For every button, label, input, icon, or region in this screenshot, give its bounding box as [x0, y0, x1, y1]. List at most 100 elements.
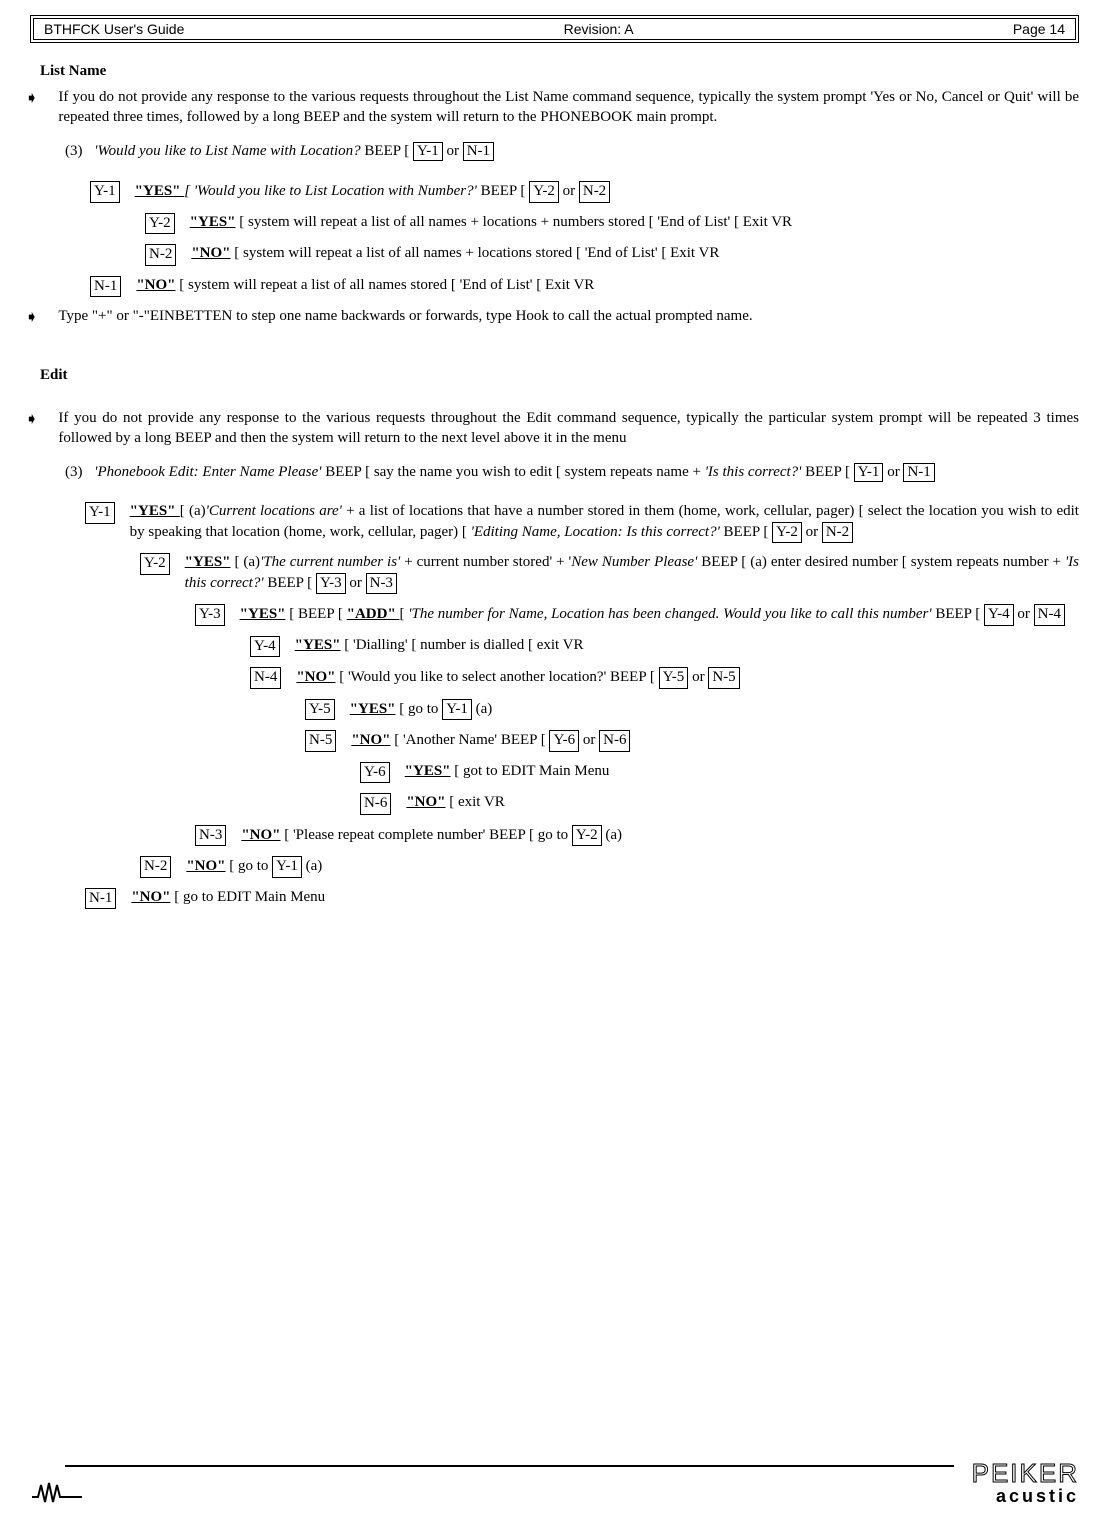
prompt: 'The number for Name, Location has been … — [408, 606, 931, 622]
text: BEEP [ — [801, 464, 853, 480]
text: [ 'Please repeat complete number' BEEP [… — [280, 827, 571, 843]
box-y1: Y-1 — [442, 699, 472, 721]
text: [ 'Would you like to select another loca… — [335, 669, 658, 685]
add-label: "ADD" — [347, 606, 400, 622]
box-y3: Y-3 — [316, 573, 346, 595]
wave-icon — [30, 1477, 85, 1507]
entry-y5: Y-5 "YES" [ go to Y-1 (a) — [305, 699, 1079, 721]
no-label: "NO" — [406, 794, 445, 810]
note-text: If you do not provide any response to th… — [58, 88, 1079, 127]
or-text: or — [1014, 606, 1034, 622]
box-y1: Y-1 — [413, 142, 443, 161]
box-n2: N-2 — [579, 181, 610, 203]
entry-n1: N-1 "NO" [ go to EDIT Main Menu — [85, 888, 1079, 910]
entry-n3: N-3 "NO" [ 'Please repeat complete numbe… — [195, 825, 1079, 847]
box-n6: N-6 — [599, 730, 630, 752]
box-y3: Y-3 — [195, 604, 225, 626]
box-y5: Y-5 — [659, 667, 689, 689]
no-label: "NO" — [191, 245, 230, 261]
section-title-edit: Edit — [40, 367, 1079, 384]
edit-step-3: (3) 'Phonebook Edit: Enter Name Please' … — [65, 463, 1079, 482]
box-n4: N-4 — [250, 667, 281, 689]
text: + current number stored' + ' — [400, 554, 571, 570]
box-y1: Y-1 — [85, 502, 115, 524]
footer: PEIKER acustic — [30, 1458, 1079, 1507]
or-text: or — [346, 575, 366, 591]
section-title-list-name: List Name — [40, 63, 1079, 80]
box-y1: Y-1 — [854, 463, 884, 482]
yes-label: "YES" — [405, 763, 451, 779]
prompt: New Number Please' — [571, 554, 697, 570]
no-label: "NO" — [351, 732, 390, 748]
y1-prompt: [ 'Would you like to List Location with … — [184, 183, 477, 199]
box-n6: N-6 — [360, 793, 391, 815]
entry-y1: Y-1 "YES" [ 'Would you like to List Loca… — [90, 181, 1079, 203]
entry-n5: N-5 "NO" [ 'Another Name' BEEP [ Y-6 or … — [305, 730, 1079, 752]
brand-name: PEIKER — [972, 1458, 1079, 1489]
text: [ go to EDIT Main Menu — [170, 889, 325, 905]
header-right: Page 14 — [1013, 21, 1065, 37]
box-n1: N-1 — [90, 276, 121, 298]
no-label: "NO" — [296, 669, 335, 685]
step-number: (3) — [65, 464, 83, 480]
entry-y4: Y-4 "YES" [ 'Dialling' [ number is diall… — [250, 636, 1079, 658]
entry-n1: N-1 "NO" [ system will repeat a list of … — [90, 276, 1079, 298]
prompt: 'Phonebook Edit: Enter Name Please' — [94, 464, 321, 480]
box-n2: N-2 — [822, 522, 853, 544]
yes-label: "YES" — [135, 183, 185, 199]
arrow-icon: ➧ — [25, 307, 38, 327]
yes-label: "YES" — [130, 503, 180, 519]
or-text: or — [579, 732, 599, 748]
y2-text: [ system will repeat a list of all names… — [236, 214, 793, 230]
box-n1: N-1 — [903, 463, 934, 482]
box-y5: Y-5 — [305, 699, 335, 721]
n2-text: [ system will repeat a list of all names… — [230, 245, 719, 261]
text: [ (a) — [231, 554, 261, 570]
box-n5: N-5 — [305, 730, 336, 752]
box-n3: N-3 — [195, 825, 226, 847]
yes-label: "YES" — [185, 554, 231, 570]
step-text: BEEP [ — [361, 143, 413, 159]
box-y6: Y-6 — [360, 762, 390, 784]
text: [ go to — [225, 858, 272, 874]
entry-n2: N-2 "NO" [ go to Y-1 (a) — [140, 856, 1079, 878]
prompt: 'The current number is' — [260, 554, 400, 570]
entry-y6: Y-6 "YES" [ got to EDIT Main Menu — [360, 762, 1079, 784]
note-text: If you do not provide any response to th… — [58, 409, 1079, 448]
box-y2: Y-2 — [145, 213, 175, 235]
box-n3: N-3 — [366, 573, 397, 595]
box-n2: N-2 — [140, 856, 171, 878]
prompt: 'Current locations are' — [206, 503, 342, 519]
note-row: ➧ If you do not provide any response to … — [25, 88, 1079, 127]
step-3: (3) 'Would you like to List Name with Lo… — [65, 142, 1079, 161]
box-n5: N-5 — [708, 667, 739, 689]
y1-text: BEEP [ — [477, 183, 529, 199]
box-y4: Y-4 — [984, 604, 1014, 626]
text: [ (a) — [180, 503, 206, 519]
text: [ exit VR — [445, 794, 504, 810]
text: BEEP [ — [932, 606, 984, 622]
yes-label: "YES" — [190, 214, 236, 230]
header-left: BTHFCK User's Guide — [44, 21, 184, 37]
entry-y2: Y-2 "YES" [ (a)'The current number is' +… — [140, 553, 1079, 594]
text: [ — [400, 606, 409, 622]
or-text: or — [688, 669, 708, 685]
arrow-icon: ➧ — [25, 409, 38, 448]
entry-y2: Y-2 "YES" [ system will repeat a list of… — [145, 213, 1079, 235]
box-n2: N-2 — [145, 244, 176, 266]
box-y2: Y-2 — [772, 522, 802, 544]
box-y1: Y-1 — [90, 181, 120, 203]
no-label: "NO" — [186, 858, 225, 874]
note-text: Type "+" or "-"EINBETTEN to step one nam… — [58, 307, 752, 327]
yes-label: "YES" — [240, 606, 286, 622]
or-text: or — [802, 524, 822, 540]
box-y1: Y-1 — [272, 856, 302, 878]
brand-sub: acustic — [972, 1486, 1079, 1507]
box-y2: Y-2 — [572, 825, 602, 847]
entry-n4: N-4 "NO" [ 'Would you like to select ano… — [250, 667, 1079, 689]
text: (a) — [472, 701, 492, 717]
text: [ got to EDIT Main Menu — [451, 763, 610, 779]
header-center: Revision: A — [564, 21, 634, 37]
entry-n6: N-6 "NO" [ exit VR — [360, 793, 1079, 815]
entry-y3: Y-3 "YES" [ BEEP [ "ADD" [ 'The number f… — [195, 604, 1079, 626]
